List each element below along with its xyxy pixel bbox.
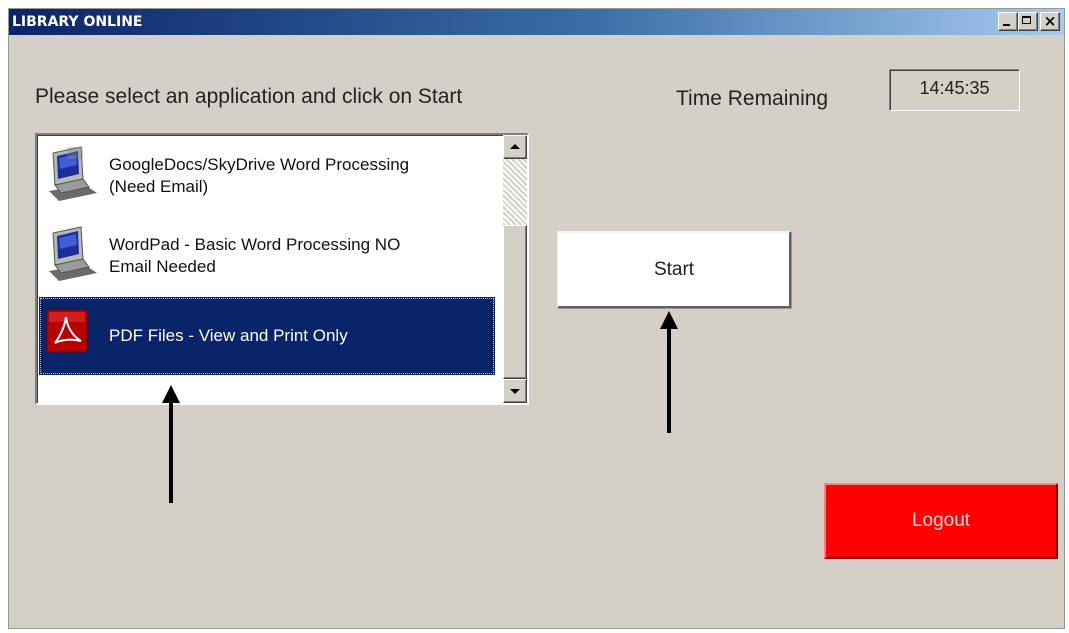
- list-item-label-line2: Email Needed: [109, 257, 216, 276]
- scroll-up-button[interactable]: [503, 135, 527, 159]
- maximize-button[interactable]: [1018, 12, 1038, 31]
- window-controls: ×: [998, 12, 1060, 31]
- scroll-down-button[interactable]: [503, 379, 527, 403]
- scroll-down-arrow-icon: [510, 389, 520, 394]
- close-icon: ×: [1043, 12, 1057, 30]
- list-item-pdf[interactable]: PDF Files - View and Print Only: [39, 297, 495, 375]
- list-item-label-line1: PDF Files - View and Print Only: [109, 326, 348, 345]
- list-item-label: GoogleDocs/SkyDrive Word Processing (Nee…: [109, 154, 409, 198]
- scroll-up-arrow-icon: [510, 144, 520, 149]
- minimize-icon: [1003, 24, 1010, 26]
- logout-button[interactable]: Logout: [824, 483, 1058, 559]
- list-scrollbar[interactable]: [503, 135, 527, 403]
- pdf-icon: [45, 305, 105, 367]
- time-remaining-label: Time Remaining: [676, 87, 829, 110]
- list-item-wordpad[interactable]: WordPad - Basic Word Processing NO Email…: [39, 217, 495, 295]
- scroll-thumb[interactable]: [503, 225, 527, 379]
- app-window: LIBRARY ONLINE × Please select an applic…: [8, 8, 1065, 629]
- time-remaining-value: 14:45:35: [889, 69, 1020, 111]
- annotation-arrow-start: [660, 311, 678, 433]
- close-button[interactable]: ×: [1040, 12, 1060, 31]
- list-item-googledocs[interactable]: GoogleDocs/SkyDrive Word Processing (Nee…: [39, 137, 495, 215]
- arrow-shaft: [667, 325, 671, 433]
- arrow-shaft: [169, 399, 173, 503]
- window-title: LIBRARY ONLINE: [12, 14, 143, 30]
- computer-icon: [45, 225, 105, 287]
- computer-icon: [45, 145, 105, 207]
- list-item-label-line1: WordPad - Basic Word Processing NO: [109, 235, 401, 254]
- application-list[interactable]: GoogleDocs/SkyDrive Word Processing (Nee…: [35, 133, 529, 405]
- annotation-arrow-list: [162, 385, 180, 503]
- instruction-text: Please select an application and click o…: [35, 85, 463, 108]
- list-item-label: PDF Files - View and Print Only: [109, 325, 348, 347]
- list-item-label-line1: GoogleDocs/SkyDrive Word Processing: [109, 155, 410, 174]
- list-item-label-line2: (Need Email): [109, 177, 209, 196]
- scroll-track[interactable]: [503, 159, 527, 225]
- maximize-icon: [1022, 16, 1031, 24]
- title-bar[interactable]: LIBRARY ONLINE ×: [9, 9, 1064, 35]
- list-item-label: WordPad - Basic Word Processing NO Email…: [109, 234, 400, 278]
- start-button[interactable]: Start: [557, 231, 791, 308]
- minimize-button[interactable]: [998, 12, 1018, 31]
